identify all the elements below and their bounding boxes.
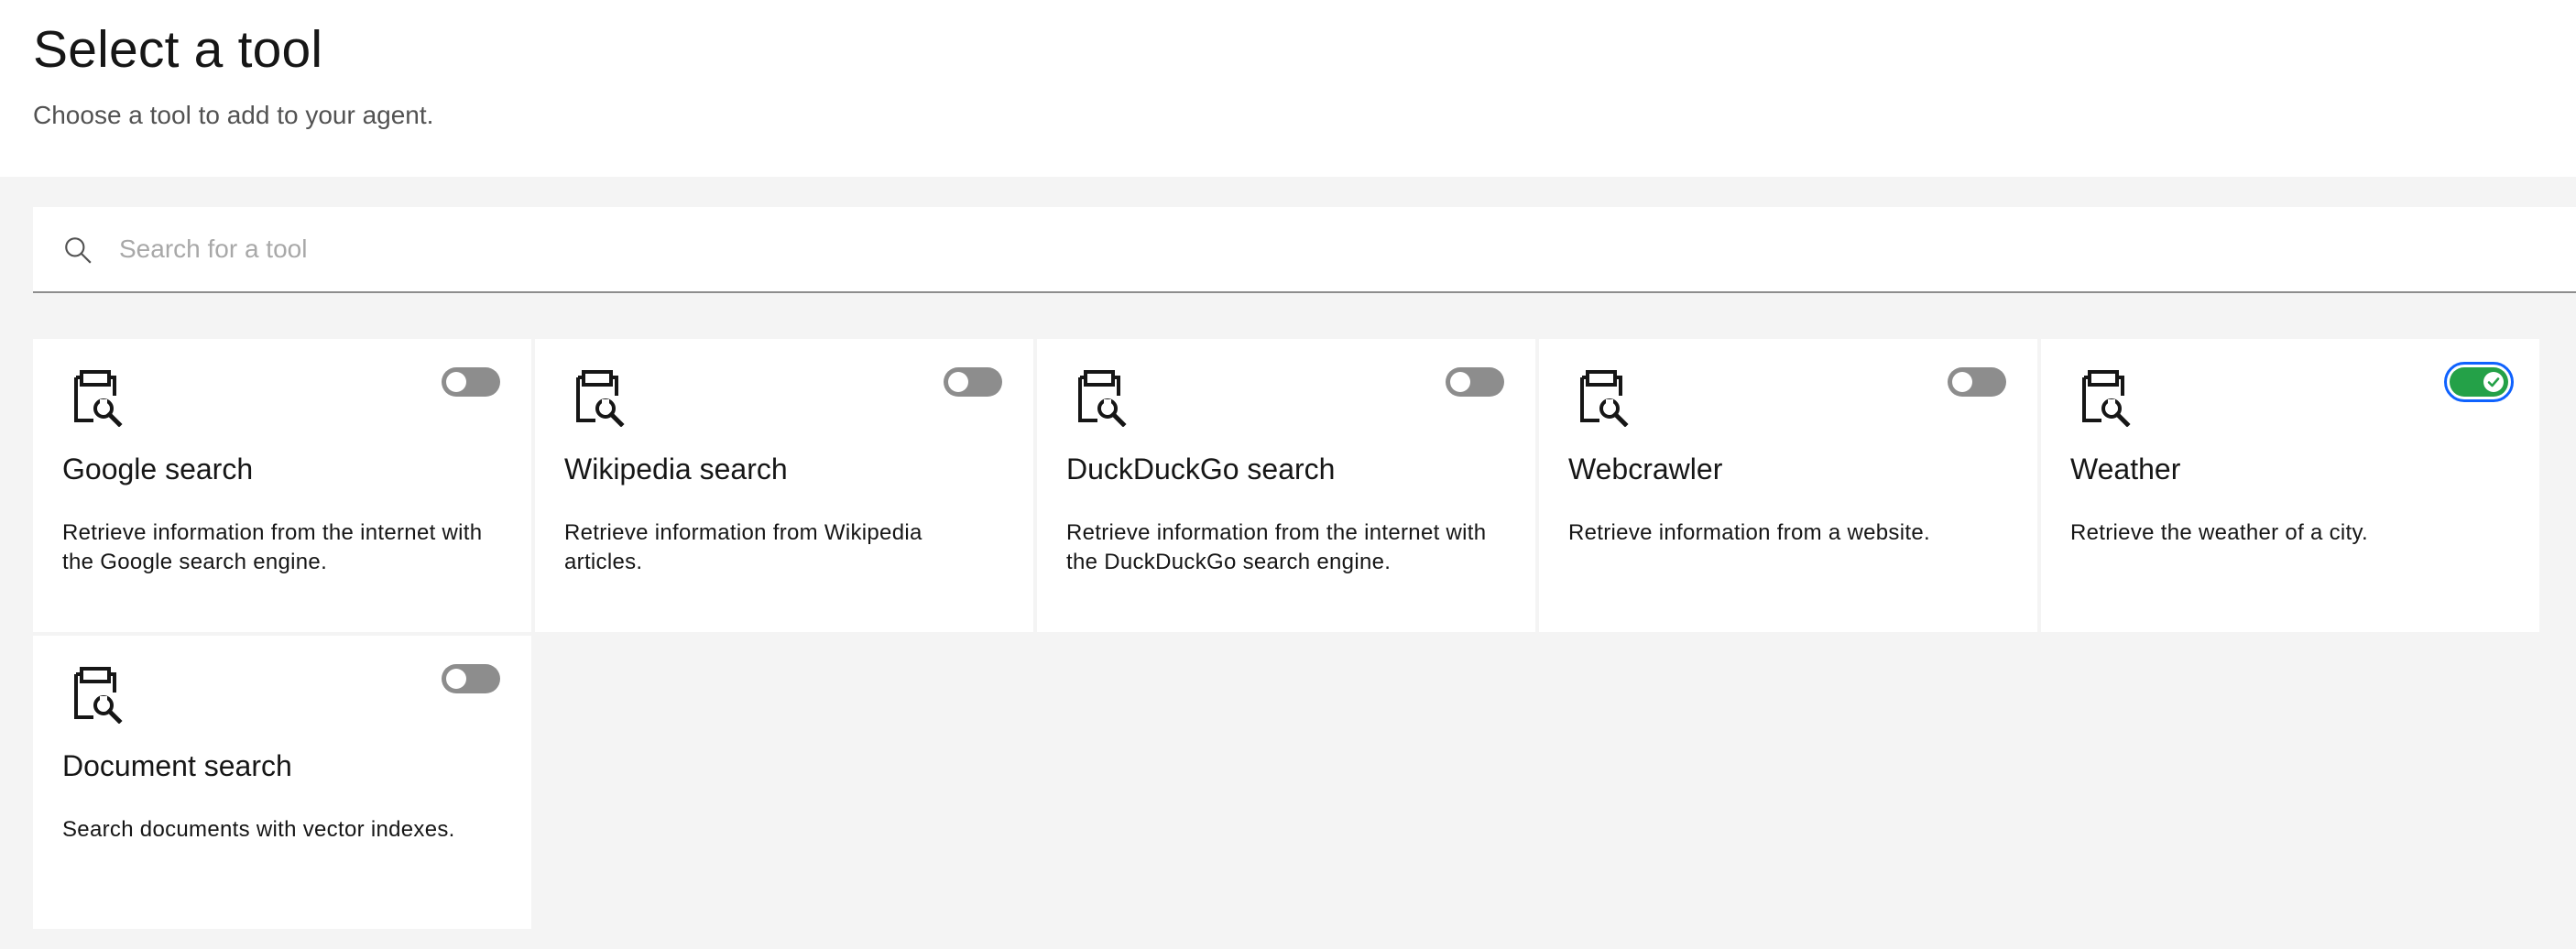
tool-card-document-search[interactable]: Document search Search documents with ve…: [33, 636, 531, 929]
toggle-knob: [2483, 372, 2504, 392]
tool-toggle[interactable]: [2444, 362, 2514, 402]
tool-description: Retrieve information from the internet w…: [62, 520, 483, 574]
search-icon: [65, 237, 92, 264]
tool-name: DuckDuckGo search: [1066, 453, 1336, 485]
tool-card-google-search[interactable]: Google search Retrieve information from …: [33, 339, 531, 632]
tool-toggle[interactable]: [442, 664, 500, 693]
clipboard-wrench-icon: [2082, 370, 2131, 427]
toggle-knob: [446, 372, 466, 392]
search-bar: [33, 207, 2576, 293]
tool-description: Search documents with vector indexes.: [62, 817, 455, 842]
tool-name: Document search: [62, 749, 292, 782]
toggle-knob: [1952, 372, 1972, 392]
tool-toggle[interactable]: [1446, 367, 1504, 397]
tool-description: Retrieve information from Wikipedia arti…: [564, 520, 922, 574]
tool-name: Weather: [2070, 453, 2181, 485]
tool-card-weather[interactable]: Weather Retrieve the weather of a city.: [2041, 339, 2539, 632]
tool-card-webcrawler[interactable]: Webcrawler Retrieve information from a w…: [1539, 339, 2037, 632]
tool-name: Wikipedia search: [564, 453, 788, 485]
clipboard-wrench-icon: [1580, 370, 1629, 427]
tool-card-duckduckgo-search[interactable]: DuckDuckGo search Retrieve information f…: [1037, 339, 1535, 632]
toggle-knob: [948, 372, 968, 392]
page-header: Select a tool Choose a tool to add to yo…: [0, 0, 2576, 177]
page-subtitle: Choose a tool to add to your agent.: [33, 101, 434, 129]
toggle-knob: [446, 669, 466, 689]
clipboard-wrench-icon: [1078, 370, 1127, 427]
search-input[interactable]: [119, 207, 2556, 291]
checkmark-icon: [2487, 377, 2500, 387]
page-title: Select a tool: [33, 20, 323, 79]
tool-grid: Google search Retrieve information from …: [33, 339, 2543, 929]
tool-name: Webcrawler: [1568, 453, 1723, 485]
tool-toggle[interactable]: [1948, 367, 2006, 397]
tool-card-wikipedia-search[interactable]: Wikipedia search Retrieve information fr…: [535, 339, 1033, 632]
tool-description: Retrieve information from the internet w…: [1066, 520, 1487, 574]
tool-toggle[interactable]: [944, 367, 1002, 397]
clipboard-wrench-icon: [74, 667, 123, 724]
tool-name: Google search: [62, 453, 254, 485]
tool-description: Retrieve information from a website.: [1568, 520, 1930, 545]
clipboard-wrench-icon: [74, 370, 123, 427]
tool-description: Retrieve the weather of a city.: [2070, 520, 2369, 545]
clipboard-wrench-icon: [576, 370, 625, 427]
toggle-knob: [1450, 372, 1470, 392]
tool-toggle[interactable]: [442, 367, 500, 397]
